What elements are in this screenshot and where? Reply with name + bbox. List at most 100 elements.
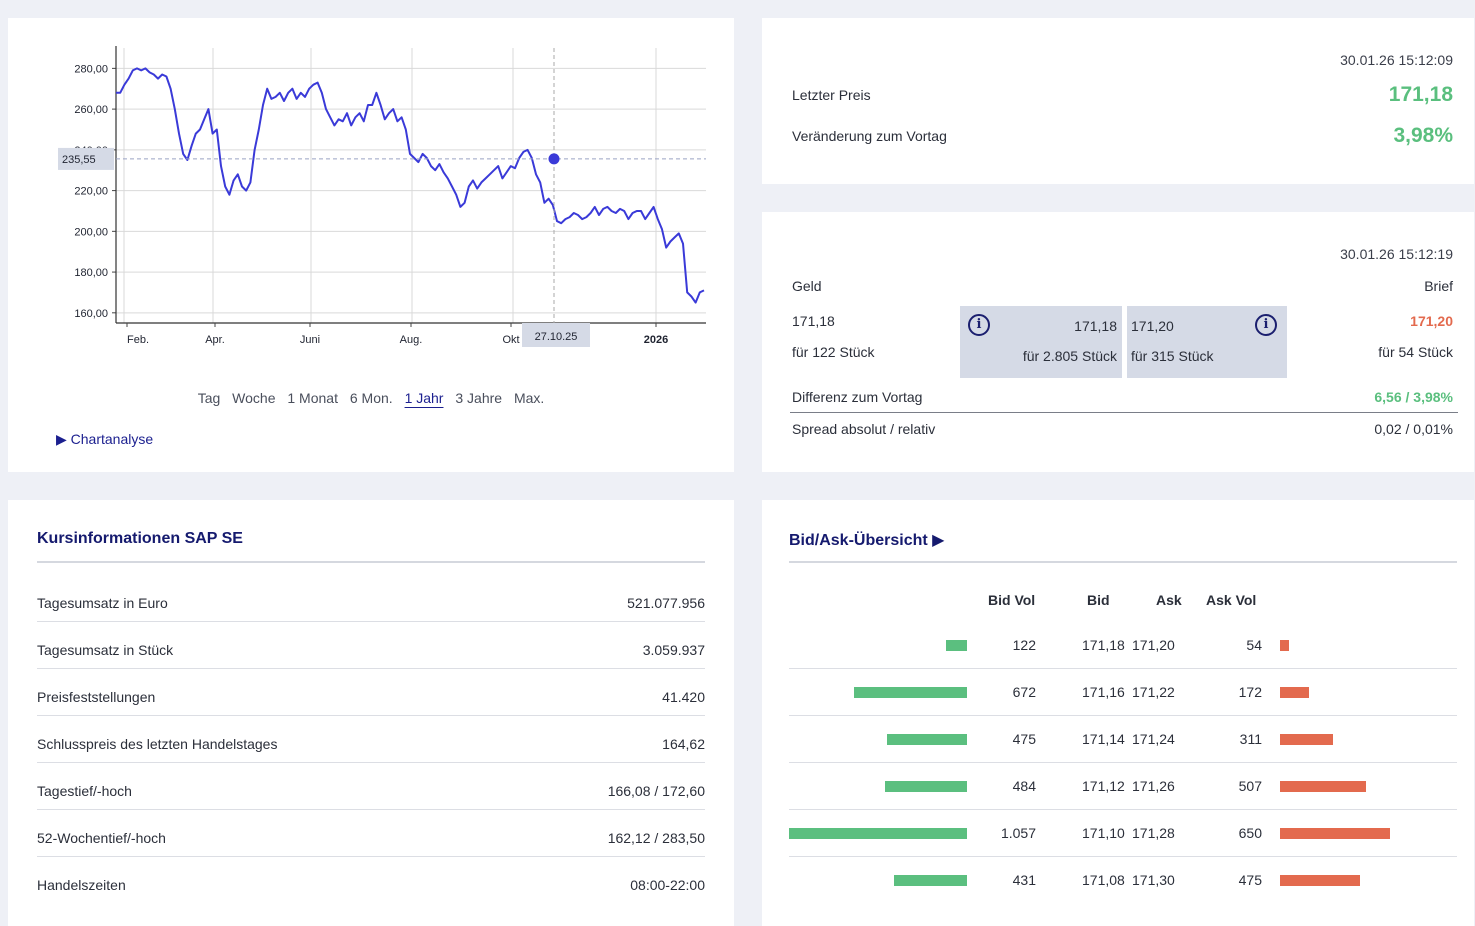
table-row: Handelszeiten 08:00-22:00 (37, 857, 705, 904)
x-tick-label: Okt (502, 334, 519, 346)
row-label: Tagestief/-hoch (37, 783, 132, 799)
range-3-jahre[interactable]: 3 Jahre (455, 390, 502, 406)
divider (37, 561, 705, 563)
y-tick-label: 280,00 (74, 63, 108, 75)
kursinfo-title: Kursinformationen SAP SE (37, 530, 243, 547)
crosshair-point (548, 153, 560, 165)
best-ask-box: 171,20 i für 315 Stück (1127, 306, 1287, 378)
row-label: Tagesumsatz in Stück (37, 642, 174, 658)
geld-qty: für 122 Stück (792, 344, 875, 360)
y-tick-label: 220,00 (74, 186, 108, 198)
best-ask-price: 171,20 (1131, 318, 1174, 334)
table-row: 672 171,16 171,22 172 (789, 669, 1457, 716)
table-row: Tagesumsatz in Euro 521.077.956 (37, 575, 705, 622)
range-max[interactable]: Max. (514, 390, 544, 406)
table-row: Tagestief/-hoch 166,08 / 172,60 (37, 763, 705, 810)
last-price-label: Letzter Preis (792, 87, 871, 103)
row-value: 41.420 (662, 689, 705, 705)
spread-value: 0,02 / 0,01% (1374, 421, 1453, 437)
ask-volume-bar (1280, 687, 1309, 698)
row-label: 52-Wochentief/-hoch (37, 830, 166, 846)
range-1-monat[interactable]: 1 Monat (287, 390, 338, 406)
geld-label: Geld (792, 278, 822, 294)
divider (789, 561, 1457, 563)
cell-ask: 171,26 (1132, 778, 1175, 794)
x-tick-label: Juni (300, 334, 320, 346)
cell-bid: 171,12 (1082, 778, 1125, 794)
y-tick-label: 200,00 (74, 226, 108, 238)
row-value: 08:00-22:00 (630, 877, 705, 893)
row-label: Schlusspreis des letzten Handelstages (37, 736, 278, 752)
range-tag[interactable]: Tag (198, 390, 221, 406)
table-row: 475 171,14 171,24 311 (789, 716, 1457, 763)
range-1-jahr[interactable]: 1 Jahr (405, 390, 444, 406)
row-value: 162,12 / 283,50 (607, 830, 705, 846)
ask-volume-bar (1280, 781, 1366, 792)
diff-value: 6,56 / 3,98% (1374, 389, 1453, 405)
cell-ask: 171,28 (1132, 825, 1175, 841)
table-row: Tagesumsatz in Stück 3.059.937 (37, 622, 705, 669)
crosshair-y-label: 235,55 (62, 154, 96, 166)
chartanalyse-link[interactable]: ▶ Chartanalyse (56, 431, 153, 448)
range-woche[interactable]: Woche (232, 390, 275, 406)
ask-volume-bar (1280, 734, 1333, 745)
geld-price: 171,18 (792, 313, 835, 329)
col-ask-vol: Ask Vol (1206, 592, 1257, 608)
price-timestamp: 30.01.26 15:12:09 (1340, 52, 1453, 68)
bid-ask-title-link[interactable]: Bid/Ask-Übersicht ▶ (789, 530, 944, 550)
y-tick-label: 160,00 (74, 308, 108, 320)
ask-volume-bar (1280, 875, 1360, 886)
col-bid: Bid (1087, 592, 1110, 608)
cell-bid: 171,08 (1082, 872, 1125, 888)
ask-volume-bar (1280, 828, 1390, 839)
brief-qty: für 54 Stück (1378, 344, 1453, 360)
cell-ask-vol: 311 (1239, 731, 1262, 747)
row-label: Handelszeiten (37, 877, 126, 893)
y-tick-label: 180,00 (74, 267, 108, 279)
row-value: 521.077.956 (627, 595, 705, 611)
cell-ask-vol: 650 (1238, 825, 1262, 841)
quote-timestamp: 30.01.26 15:12:19 (1340, 246, 1453, 262)
row-label: Preisfeststellungen (37, 689, 156, 705)
cell-bid-vol: 122 (1012, 637, 1036, 653)
x-tick-label: Aug. (400, 334, 423, 346)
quote-panel: 30.01.26 15:12:19 Geld Brief 171,18 für … (762, 212, 1474, 472)
range-selector: Tag Woche 1 Monat 6 Mon. 1 Jahr 3 Jahre … (8, 390, 734, 406)
row-value: 164,62 (662, 736, 705, 752)
last-price-panel: 30.01.26 15:12:09 Letzter Preis 171,18 V… (762, 18, 1474, 184)
chart-panel: 280,00260,00240,00220,00200,00180,00160,… (8, 18, 734, 472)
cell-bid-vol: 484 (1012, 778, 1036, 794)
table-row: Schlusspreis des letzten Handelstages 164… (37, 716, 705, 763)
diff-label: Differenz zum Vortag (792, 389, 923, 405)
spread-label: Spread absolut / relativ (792, 421, 936, 437)
info-icon[interactable]: i (1255, 314, 1277, 336)
best-bid-qty: für 2.805 Stück (1022, 348, 1117, 364)
brief-label: Brief (1424, 278, 1453, 294)
table-row: 52-Wochentief/-hoch 162,12 / 283,50 (37, 810, 705, 857)
x-tick-label: Apr. (205, 334, 225, 346)
cell-ask-vol: 54 (1246, 637, 1262, 653)
cell-bid: 171,16 (1082, 684, 1125, 700)
info-icon[interactable]: i (968, 314, 990, 336)
cell-ask-vol: 172 (1238, 684, 1262, 700)
price-line (116, 67, 705, 304)
bid-volume-bar (894, 875, 967, 886)
ask-volume-bar (1280, 640, 1289, 651)
cell-ask-vol: 475 (1238, 872, 1262, 888)
range-6-mon[interactable]: 6 Mon. (350, 390, 393, 406)
table-row: 1.057 171,10 171,28 650 (789, 810, 1457, 857)
price-chart[interactable]: 280,00260,00240,00220,00200,00180,00160,… (8, 18, 734, 378)
divider (790, 412, 1458, 413)
table-row: 431 171,08 171,30 475 (789, 857, 1457, 904)
row-label: Tagesumsatz in Euro (37, 595, 168, 611)
cell-ask: 171,24 (1132, 731, 1175, 747)
x-tick-label: Feb. (127, 334, 149, 346)
change-label: Veränderung zum Vortag (792, 128, 947, 144)
table-row: Preisfeststellungen 41.420 (37, 669, 705, 716)
col-ask: Ask (1156, 592, 1182, 608)
best-bid-price: 171,18 (1074, 318, 1117, 334)
cell-bid-vol: 1.057 (1000, 825, 1036, 841)
cell-bid: 171,18 (1082, 637, 1125, 653)
bid-volume-bar (885, 781, 967, 792)
kursinformationen-panel: Kursinformationen SAP SE Tagesumsatz in … (8, 500, 734, 926)
